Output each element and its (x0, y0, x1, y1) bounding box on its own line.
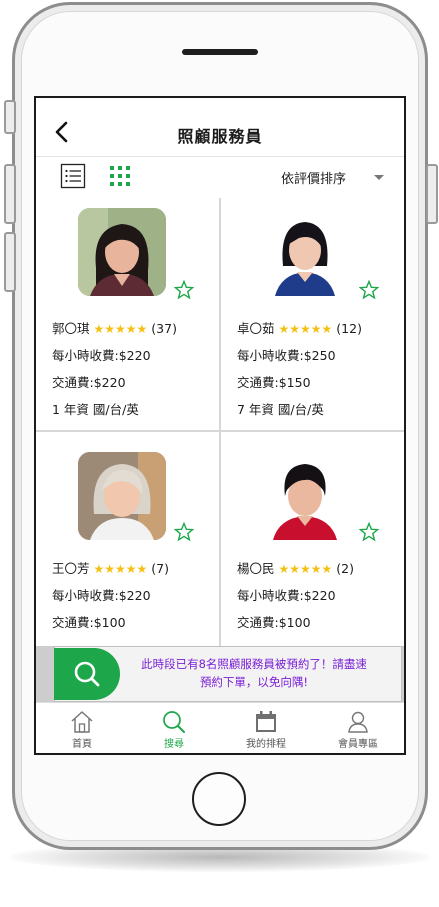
transport-fee: 交通費:$150 (237, 375, 311, 390)
caregiver-grid: 郭〇琪 ★★★★★ (37) 每小時收費:$220 交通費:$220 1 年資 … (36, 198, 404, 648)
volume-down-button (4, 232, 16, 292)
nav-search[interactable]: 搜尋 (128, 703, 220, 753)
nav-label: 我的排程 (246, 739, 286, 750)
review-count: (12) (336, 321, 362, 336)
review-count: (37) (151, 321, 177, 336)
mute-switch (4, 100, 16, 134)
caregiver-name: 王〇芳 (52, 561, 90, 576)
view-sort-bar: 依評價排序 (36, 156, 404, 200)
top-bar: 照顧服務員 (36, 98, 404, 162)
rating-stars: ★★★★★ (278, 562, 333, 576)
review-count: (7) (151, 561, 169, 576)
dropdown-caret-icon[interactable] (374, 175, 384, 180)
booking-alert-line1: 此時段已有8名照顧服務員被預約了！請盡速 (141, 657, 367, 671)
transport-fee: 交通費:$100 (237, 615, 311, 630)
power-button (426, 164, 438, 224)
experience-languages: 7 年資 國/台/英 (237, 402, 324, 417)
caregiver-card[interactable]: 卓〇茹 ★★★★★ (12) 每小時收費:$250 交通費:$150 7 年資 … (221, 198, 404, 430)
page-title: 照顧服務員 (177, 127, 263, 146)
favorite-star-icon[interactable] (174, 522, 194, 542)
caregiver-card[interactable]: 楊〇民 ★★★★★ (2) 每小時收費:$220 交通費:$100 (221, 432, 404, 648)
calendar-icon (256, 711, 276, 732)
home-icon (71, 711, 93, 733)
nav-home[interactable]: 首頁 (36, 703, 128, 753)
nav-label: 首頁 (72, 739, 92, 750)
caregiver-name: 楊〇民 (237, 561, 275, 576)
list-view-icon[interactable] (60, 163, 86, 189)
caregiver-name: 卓〇茹 (237, 321, 275, 336)
grid-view-icon[interactable] (108, 164, 132, 188)
booking-alert-line2: 預約下單，以免向隅! (199, 675, 309, 689)
caregiver-photo (261, 452, 349, 540)
home-button[interactable] (192, 772, 246, 826)
hourly-fee: 每小時收費:$250 (237, 348, 336, 363)
experience-languages: 1 年資 國/台/英 (52, 402, 139, 417)
caregiver-card[interactable]: 郭〇琪 ★★★★★ (37) 每小時收費:$220 交通費:$220 1 年資 … (36, 198, 219, 430)
booking-alert-banner: 此時段已有8名照顧服務員被預約了！請盡速 預約下單，以免向隅! (36, 646, 404, 702)
earpiece-speaker (182, 49, 258, 55)
hourly-fee: 每小時收費:$220 (237, 588, 336, 603)
user-icon (348, 711, 368, 733)
search-icon (74, 661, 100, 687)
caregiver-name-rating: 王〇芳 ★★★★★ (7) (52, 558, 169, 577)
booking-alert-text: 此時段已有8名照顧服務員被預約了！請盡速 預約下單，以免向隅! (126, 655, 382, 691)
nav-member[interactable]: 會員專區 (312, 703, 404, 753)
transport-fee: 交通費:$220 (52, 375, 126, 390)
app-screen: 照顧服務員 依評價排序 郭〇琪 ★★★★★ (37) 每小時收費:$220 交通… (34, 96, 406, 755)
search-fab-button[interactable] (54, 648, 120, 700)
rating-stars: ★★★★★ (278, 322, 333, 336)
caregiver-name-rating: 郭〇琪 ★★★★★ (37) (52, 318, 177, 337)
rating-stars: ★★★★★ (93, 562, 148, 576)
caregiver-photo (78, 452, 166, 540)
nav-label: 會員專區 (338, 739, 378, 750)
nav-schedule[interactable]: 我的排程 (220, 703, 312, 753)
favorite-star-icon[interactable] (359, 522, 379, 542)
bottom-navigation: 首頁 搜尋 我的排程 會員專區 (36, 702, 404, 753)
caregiver-photo (78, 208, 166, 296)
caregiver-name: 郭〇琪 (52, 321, 90, 336)
favorite-star-icon[interactable] (359, 280, 379, 300)
review-count: (2) (336, 561, 354, 576)
nav-label: 搜尋 (164, 739, 184, 750)
caregiver-name-rating: 楊〇民 ★★★★★ (2) (237, 558, 354, 577)
favorite-star-icon[interactable] (174, 280, 194, 300)
rating-stars: ★★★★★ (93, 322, 148, 336)
caregiver-card[interactable]: 王〇芳 ★★★★★ (7) 每小時收費:$220 交通費:$100 (36, 432, 219, 648)
volume-up-button (4, 164, 16, 224)
transport-fee: 交通費:$100 (52, 615, 126, 630)
caregiver-name-rating: 卓〇茹 ★★★★★ (12) (237, 318, 362, 337)
hourly-fee: 每小時收費:$220 (52, 348, 151, 363)
hourly-fee: 每小時收費:$220 (52, 588, 151, 603)
sort-dropdown[interactable]: 依評價排序 (281, 168, 346, 187)
search-icon (163, 711, 185, 733)
caregiver-photo (261, 208, 349, 296)
